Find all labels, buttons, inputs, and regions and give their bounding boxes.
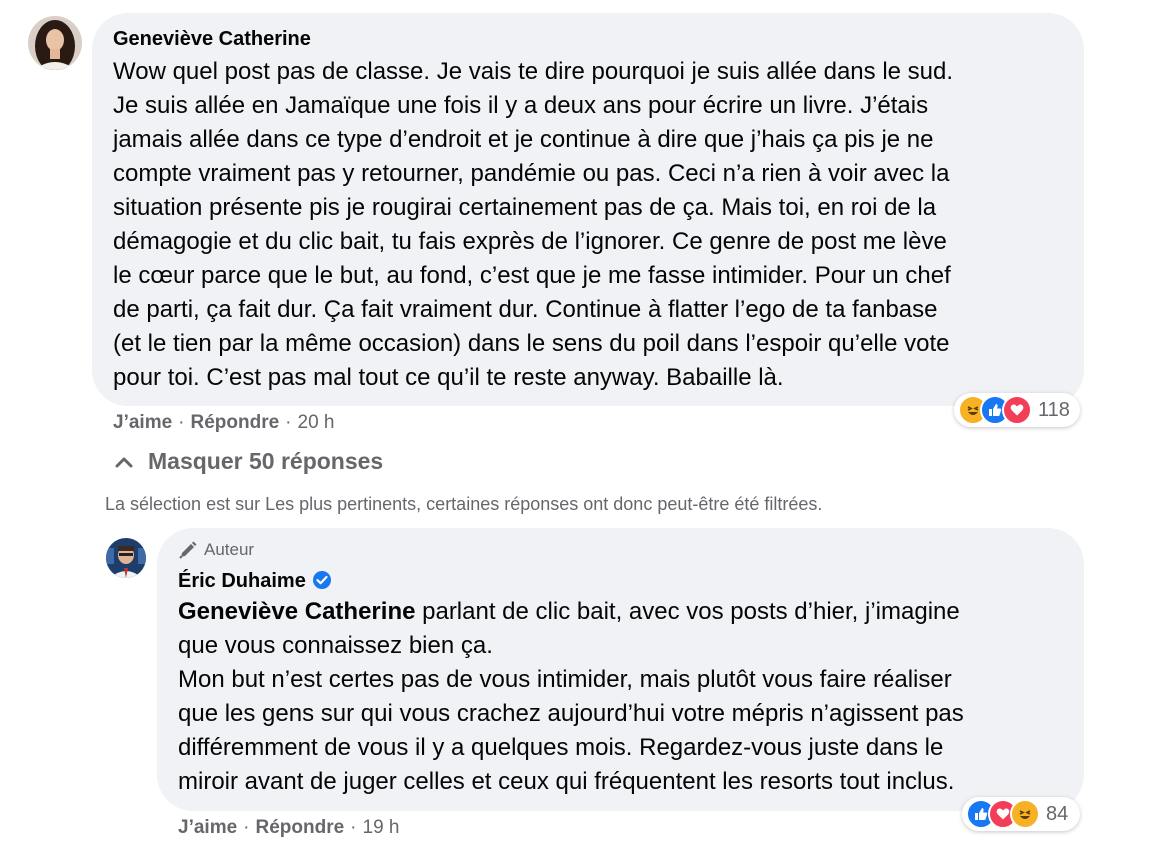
- reply-timestamp[interactable]: 19 h: [363, 817, 400, 838]
- reply-author-label: Éric Duhaime: [178, 570, 306, 592]
- avatar-genevieve-image: [28, 16, 82, 70]
- author-badge: Auteur: [178, 540, 254, 560]
- haha-icon: [1010, 799, 1040, 829]
- comment-text: Wow quel post pas de classe. Je vais te …: [113, 58, 954, 391]
- comment-actions: J’aime · Répondre · 20 h: [113, 412, 334, 434]
- separator-dot: ·: [243, 817, 250, 838]
- avatar-genevieve[interactable]: [28, 16, 82, 70]
- love-icon: [1002, 395, 1032, 425]
- pen-icon: [179, 541, 197, 559]
- reply-mention-link[interactable]: Geneviève Catherine: [178, 598, 415, 625]
- hide-replies-button[interactable]: Masquer 50 réponses: [114, 448, 383, 475]
- reply-text: Geneviève Catherine parlant de clic bait…: [178, 595, 964, 799]
- reply-author-name[interactable]: Éric Duhaime: [178, 570, 332, 593]
- avatar-eric-image: [106, 538, 146, 578]
- separator-dot: ·: [285, 412, 292, 433]
- reply-reply-button[interactable]: Répondre: [255, 817, 344, 838]
- avatar-eric[interactable]: [106, 538, 146, 578]
- hide-replies-label: Masquer 50 réponses: [148, 448, 384, 474]
- reply-reaction-count: 84: [1046, 802, 1069, 825]
- comment-like-button[interactable]: J’aime: [113, 412, 172, 433]
- comment-reaction-count: 118: [1038, 398, 1070, 421]
- author-badge-label: Auteur: [204, 540, 255, 559]
- verified-badge-icon: [312, 571, 331, 589]
- reply-reactions[interactable]: 84: [962, 797, 1080, 831]
- separator-dot: ·: [350, 817, 357, 838]
- reply-actions: J’aime · Répondre · 19 h: [178, 817, 399, 839]
- comment-reactions[interactable]: 118: [954, 393, 1080, 427]
- comment-timestamp[interactable]: 20 h: [298, 412, 335, 433]
- separator-dot: ·: [178, 412, 185, 433]
- comment-reply-button[interactable]: Répondre: [190, 412, 279, 433]
- reply-like-button[interactable]: J’aime: [178, 817, 237, 838]
- filter-note: La sélection est sur Les plus pertinents…: [105, 494, 823, 514]
- reply-body: parlant de clic bait, avec vos posts d’h…: [178, 598, 964, 795]
- chevron-up-icon: [115, 457, 133, 467]
- comment-author-name[interactable]: Geneviève Catherine: [113, 28, 311, 51]
- comments-thread: Geneviève Catherine Wow quel post pas de…: [0, 0, 1162, 848]
